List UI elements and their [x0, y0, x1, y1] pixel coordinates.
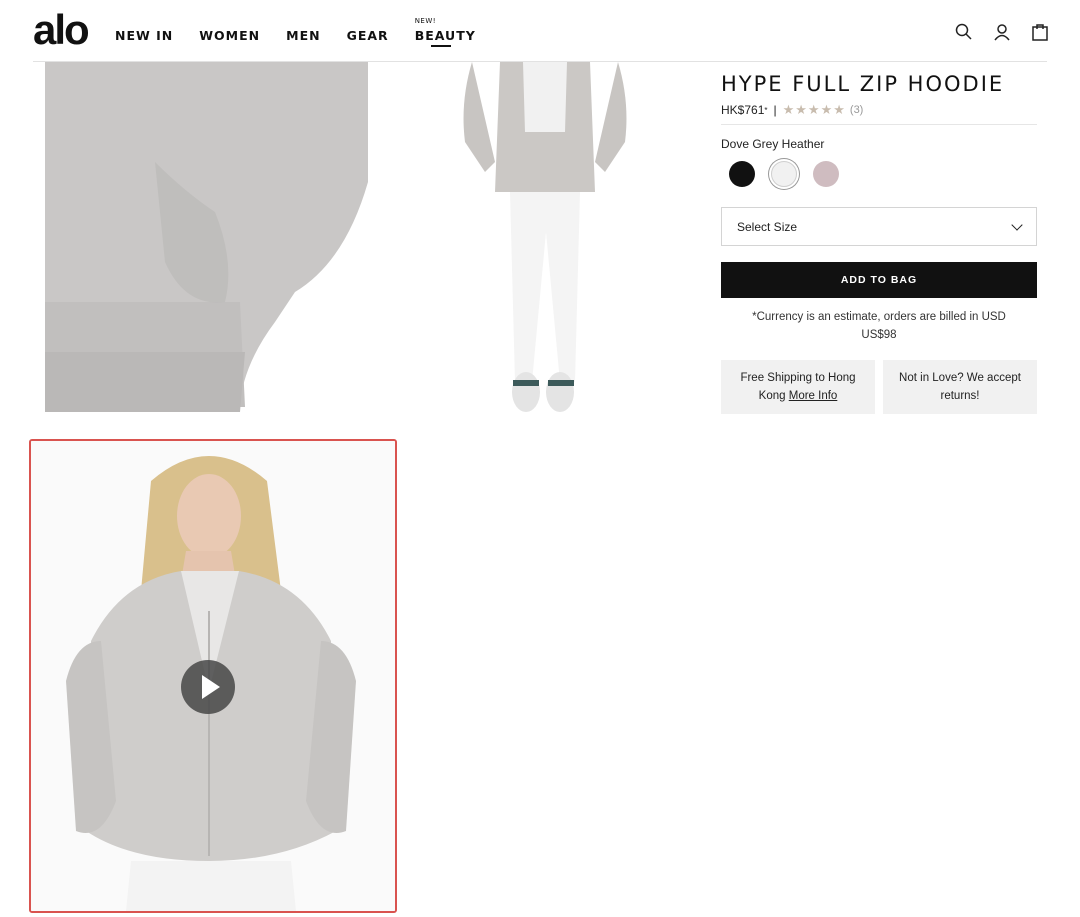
- bag-icon[interactable]: [1030, 22, 1050, 42]
- chevron-down-icon: [1011, 218, 1023, 231]
- swatch-mauve[interactable]: [813, 161, 839, 187]
- currency-note: *Currency is an estimate, orders are bil…: [721, 308, 1037, 344]
- search-icon[interactable]: [954, 22, 974, 42]
- shipping-card: Free Shipping to Hong Kong More Info: [721, 360, 875, 414]
- main-nav: NEW IN WOMEN MEN GEAR NEW! BEAUTY: [115, 17, 502, 47]
- rating-stars[interactable]: ★★★★★: [783, 102, 846, 118]
- nav-new-badge: NEW!: [414, 17, 437, 25]
- nav-women[interactable]: WOMEN: [199, 28, 260, 43]
- nav-beauty[interactable]: NEW! BEAUTY: [414, 17, 476, 47]
- header-actions: [954, 22, 1050, 42]
- product-price: HK$761: [721, 103, 765, 117]
- header-divider: [33, 61, 1047, 62]
- currency-note-text: *Currency is an estimate, orders are bil…: [752, 311, 1006, 323]
- model-front-illustration: [400, 62, 690, 432]
- product-image-sleeve[interactable]: [45, 62, 368, 432]
- price-row: HK$761 * | ★★★★★ (3): [721, 102, 1037, 125]
- add-to-bag-button[interactable]: ADD TO BAG: [721, 262, 1037, 298]
- brand-logo[interactable]: alo: [33, 6, 90, 54]
- site-header: alo NEW IN WOMEN MEN GEAR NEW! BEAUTY: [0, 0, 1080, 62]
- size-select[interactable]: Select Size: [721, 207, 1037, 246]
- swatch-black[interactable]: [729, 161, 755, 187]
- nav-new-in-label: NEW IN: [115, 28, 174, 43]
- swatch-dove-grey-heather[interactable]: [771, 161, 797, 187]
- product-title: HYPE FULL ZIP HOODIE: [721, 72, 1005, 96]
- color-swatches: [721, 161, 1037, 187]
- nav-men[interactable]: MEN: [286, 28, 320, 43]
- nav-men-label: MEN: [286, 28, 321, 43]
- price-asterisk: *: [764, 105, 768, 115]
- nav-gear[interactable]: GEAR: [347, 28, 389, 43]
- product-video-tile[interactable]: [29, 439, 397, 913]
- nav-active-underline: [430, 45, 451, 47]
- nav-women-label: WOMEN: [199, 28, 261, 43]
- info-cards: Free Shipping to Hong Kong More Info Not…: [721, 360, 1037, 414]
- selected-color-name: Dove Grey Heather: [721, 137, 825, 151]
- size-select-label: Select Size: [737, 219, 798, 234]
- nav-new-in[interactable]: NEW IN: [115, 28, 173, 43]
- play-icon[interactable]: [181, 660, 235, 714]
- product-info: HYPE FULL ZIP HOODIE HK$761 * | ★★★★★ (3)…: [721, 72, 1037, 414]
- review-count[interactable]: (3): [850, 104, 863, 116]
- more-info-link[interactable]: More Info: [789, 390, 838, 402]
- price-separator: |: [773, 103, 777, 117]
- nav-beauty-label: BEAUTY: [414, 28, 476, 43]
- returns-card: Not in Love? We accept returns!: [883, 360, 1037, 414]
- product-image-model-front[interactable]: [400, 62, 690, 432]
- usd-price: US$98: [861, 329, 897, 341]
- account-icon[interactable]: [992, 22, 1012, 42]
- returns-text: Not in Love? We accept returns!: [899, 372, 1021, 402]
- nav-gear-label: GEAR: [346, 28, 389, 43]
- sleeve-illustration: [45, 62, 368, 432]
